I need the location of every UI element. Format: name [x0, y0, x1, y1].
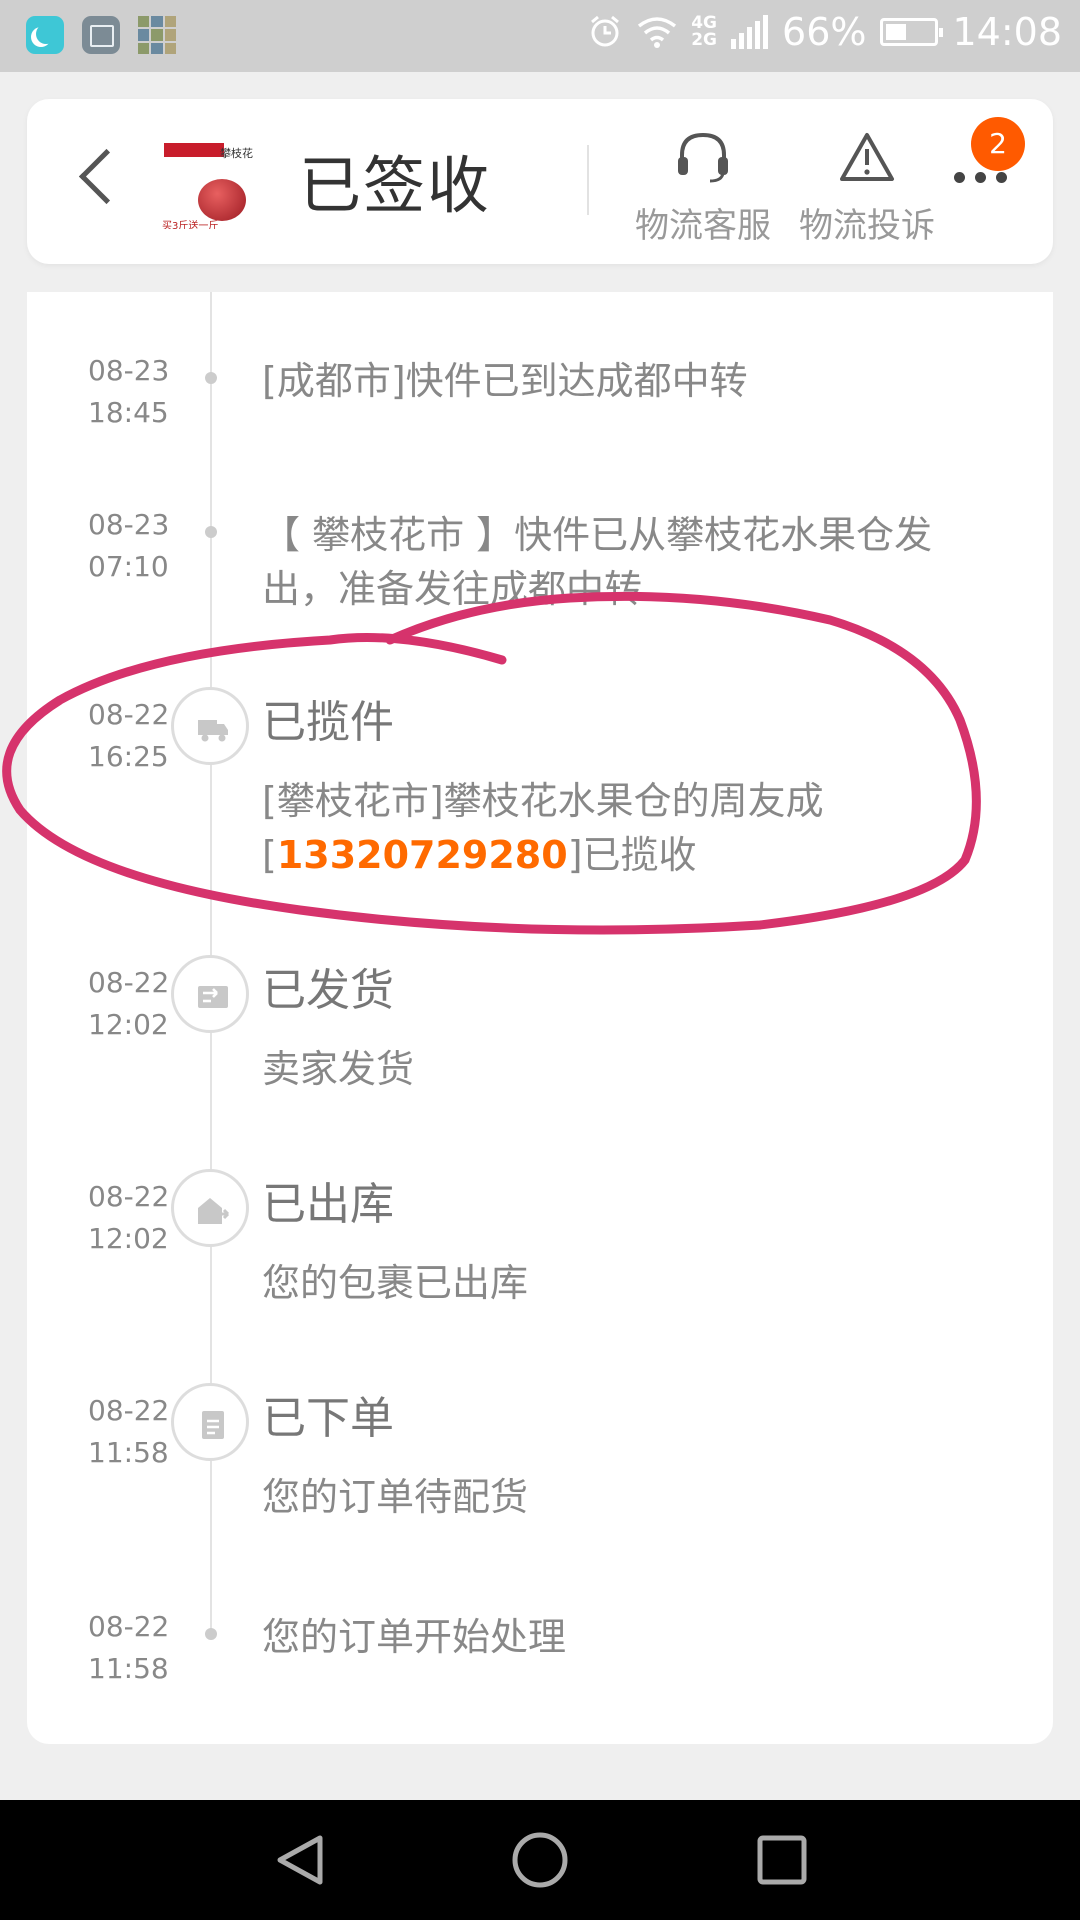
event-text: 您的订单开始处理: [262, 1615, 567, 1659]
gallery-app-icon: [82, 16, 120, 54]
event-date: 08-22 11:58: [88, 1606, 169, 1690]
page-title: 已签收: [299, 149, 492, 222]
event-date-time: 11:58: [88, 1652, 169, 1685]
timeline-dot: [205, 526, 217, 538]
event-date-time: 12:02: [88, 1008, 169, 1041]
event-date-day: 08-22: [88, 1610, 170, 1643]
event-date-time: 16:25: [88, 740, 169, 773]
event-date-day: 08-23: [88, 508, 170, 541]
logistics-complaint-label: 物流投诉: [799, 206, 935, 246]
network-2g-label: 2G: [691, 30, 718, 50]
header-card: 攀枝花 买3斤送一斤 已签收 物流客服 物流投诉: [27, 99, 1053, 264]
event-date: 08-22 16:25: [88, 694, 169, 778]
back-triangle-icon[interactable]: [270, 1830, 330, 1890]
event-date: 08-23 18:45: [88, 350, 169, 434]
pomegranate-image: [198, 179, 246, 221]
status-bar: 4G 2G 66% 14:08: [0, 0, 1080, 72]
event-date-time: 11:58: [88, 1436, 169, 1469]
photo-grid-icon: [138, 16, 176, 54]
status-circle: [171, 955, 249, 1033]
event-date-day: 08-22: [88, 1180, 170, 1213]
wifi-icon: [638, 17, 677, 48]
home-circle-icon[interactable]: [510, 1830, 570, 1890]
warehouse-exit-icon: [198, 1198, 230, 1224]
event-date: 08-23 07:10: [88, 504, 169, 588]
logistics-service-button[interactable]: 物流客服: [633, 129, 773, 247]
shipping-icon: [198, 986, 228, 1008]
event-date-day: 08-22: [88, 698, 170, 731]
event-date: 08-22 12:02: [88, 1176, 169, 1260]
notification-icons: [26, 16, 176, 54]
event-date: 08-22 12:02: [88, 962, 169, 1046]
battery-percent: 66%: [782, 10, 867, 54]
status-circle: [171, 1169, 249, 1247]
timeline-dot: [205, 1628, 217, 1640]
thumb-bottom-text: 买3斤送一斤: [162, 221, 219, 229]
event-date-day: 08-22: [88, 1394, 170, 1427]
event-text: 【 攀枝花市 】快件已从攀枝花水果仓发 出，准备发往成都中转: [262, 508, 982, 616]
header-divider: [587, 145, 589, 215]
event-status: 已发货: [262, 965, 394, 1016]
status-circle: [171, 1383, 249, 1461]
event-detail: [攀枝花市]攀枝花水果仓的周友成 [13320729280]已揽收: [262, 774, 982, 882]
headset-icon: [678, 132, 728, 183]
clock: 14:08: [952, 10, 1062, 54]
event-date-time: 18:45: [88, 396, 169, 429]
event-date: 08-22 11:58: [88, 1390, 169, 1474]
order-icon: [202, 1411, 224, 1439]
thumb-top-text: 攀枝花: [220, 147, 253, 160]
event-detail: 您的订单待配货: [262, 1475, 529, 1519]
notification-badge: 2: [971, 117, 1025, 171]
event-date-day: 08-22: [88, 966, 170, 999]
moon-app-icon: [26, 16, 64, 54]
event-detail-prefix: [: [262, 833, 277, 877]
event-status: 已下单: [262, 1393, 394, 1444]
event-status: 已揽件: [262, 697, 394, 748]
battery-icon: [880, 18, 944, 46]
recents-square-icon[interactable]: [752, 1830, 812, 1890]
warning-icon: [840, 133, 894, 181]
status-indicators: 4G 2G 66% 14:08: [587, 10, 1062, 54]
back-icon[interactable]: [78, 148, 135, 205]
logistics-service-label: 物流客服: [635, 206, 771, 246]
alarm-icon: [591, 15, 620, 47]
courier-phone-link[interactable]: 13320729280: [277, 833, 568, 877]
event-text-line2: 出，准备发往成都中转: [262, 567, 643, 611]
product-thumbnail[interactable]: 攀枝花 买3斤送一斤: [158, 141, 281, 229]
logistics-complaint-button[interactable]: 物流投诉: [797, 129, 937, 247]
event-date-time: 07:10: [88, 550, 169, 583]
event-detail-line1: [攀枝花市]攀枝花水果仓的周友成: [262, 779, 824, 823]
event-detail: 卖家发货: [262, 1047, 415, 1091]
network-type: 4G 2G: [691, 15, 717, 49]
event-status: 已出库: [262, 1179, 394, 1230]
signal-icon: [731, 15, 769, 49]
thumb-banner: [164, 143, 224, 157]
timeline-dot: [205, 372, 217, 384]
event-date-day: 08-23: [88, 354, 170, 387]
event-detail: 您的包裹已出库: [262, 1261, 529, 1305]
event-text-line1: 【 攀枝花市 】快件已从攀枝花水果仓发: [262, 513, 933, 557]
navigation-bar: [0, 1800, 1080, 1920]
event-date-time: 12:02: [88, 1222, 169, 1255]
event-detail-suffix: ]已揽收: [567, 833, 697, 877]
status-circle: [171, 687, 249, 765]
event-text: [成都市]快件已到达成都中转: [262, 359, 748, 403]
truck-icon: [198, 720, 228, 742]
